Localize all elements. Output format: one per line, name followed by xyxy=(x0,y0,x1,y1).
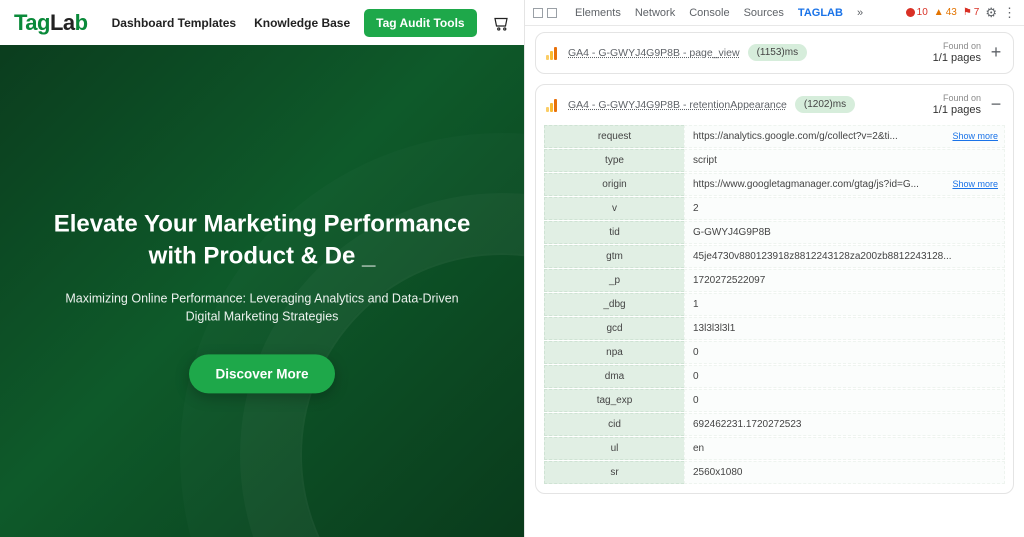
param-value: G-GWYJ4G9P8B xyxy=(684,221,1005,244)
cart-icon[interactable] xyxy=(492,14,510,32)
param-row: tag_exp0 xyxy=(544,389,1005,413)
param-row: v2 xyxy=(544,197,1005,221)
param-key: _p xyxy=(544,269,684,292)
logo-part-b: La xyxy=(50,10,75,36)
param-value: 692462231.1720272523 xyxy=(684,413,1005,436)
param-value: 2 xyxy=(684,197,1005,220)
param-key: tid xyxy=(544,221,684,244)
more-menu-icon[interactable]: ⋮ xyxy=(1003,5,1016,21)
param-row: originhttps://www.googletagmanager.com/g… xyxy=(544,173,1005,197)
param-key: request xyxy=(544,125,684,148)
param-row: cid692462231.1720272523 xyxy=(544,413,1005,437)
params-table: requesthttps://analytics.google.com/g/co… xyxy=(544,125,1005,485)
param-value: 45je4730v880123918z8812243128za200zb8812… xyxy=(684,245,1005,268)
collapse-toggle[interactable]: − xyxy=(989,94,1003,115)
tab-network[interactable]: Network xyxy=(635,7,675,19)
param-row: gtm45je4730v880123918z8812243128za200zb8… xyxy=(544,245,1005,269)
found-on: Found on1/1 pages xyxy=(933,93,981,117)
tag-card-title[interactable]: GA4 - G-GWYJ4G9P8B - retentionAppearance xyxy=(568,99,787,111)
param-key: cid xyxy=(544,413,684,436)
param-value: script xyxy=(684,149,1005,172)
param-row: requesthttps://analytics.google.com/g/co… xyxy=(544,125,1005,149)
settings-icon[interactable]: ⚙ xyxy=(985,5,997,21)
logo-part-a: Tag xyxy=(14,10,50,36)
taglab-panel: GA4 - G-GWYJ4G9P8B - page_view (1153)ms … xyxy=(525,26,1024,537)
hero-title: Elevate Your Marketing Performance with … xyxy=(42,208,482,273)
errors-badge[interactable]: 10 xyxy=(906,7,928,18)
param-key: origin xyxy=(544,173,684,196)
nav-dashboard-templates[interactable]: Dashboard Templates xyxy=(112,16,236,30)
inspect-toggle-icon[interactable] xyxy=(533,8,561,18)
param-row: ulen xyxy=(544,437,1005,461)
devtools-tabbar: Elements Network Console Sources TAGLAB … xyxy=(525,0,1024,26)
param-value: https://www.googletagmanager.com/gtag/js… xyxy=(684,173,1005,196)
param-row: tidG-GWYJ4G9P8B xyxy=(544,221,1005,245)
issues-badge[interactable]: ⚑7 xyxy=(963,7,980,18)
param-value: 13l3l3l3l1 xyxy=(684,317,1005,340)
tag-timing-pill: (1153)ms xyxy=(748,44,808,61)
site-logo[interactable]: TagLab xyxy=(14,10,88,36)
discover-more-button[interactable]: Discover More xyxy=(189,354,334,393)
param-value: https://analytics.google.com/g/collect?v… xyxy=(684,125,1005,148)
logo-part-c: b xyxy=(75,10,88,36)
param-row: _dbg1 xyxy=(544,293,1005,317)
param-key: gtm xyxy=(544,245,684,268)
tag-card: GA4 - G-GWYJ4G9P8B - page_view (1153)ms … xyxy=(535,32,1014,74)
param-value: 0 xyxy=(684,341,1005,364)
tag-card: GA4 - G-GWYJ4G9P8B - retentionAppearance… xyxy=(535,84,1014,494)
param-value: 0 xyxy=(684,389,1005,412)
param-row: dma0 xyxy=(544,365,1005,389)
devtools-pane: Elements Network Console Sources TAGLAB … xyxy=(524,0,1024,537)
tab-taglab[interactable]: TAGLAB xyxy=(798,7,843,19)
ga4-icon xyxy=(546,46,560,60)
param-key: type xyxy=(544,149,684,172)
found-on: Found on1/1 pages xyxy=(933,41,981,65)
nav-knowledge-base[interactable]: Knowledge Base xyxy=(254,16,350,30)
param-key: sr xyxy=(544,461,684,484)
param-key: v xyxy=(544,197,684,220)
param-value: 2560x1080 xyxy=(684,461,1005,484)
param-row: typescript xyxy=(544,149,1005,173)
param-row: gcd13l3l3l3l1 xyxy=(544,317,1005,341)
show-more-link[interactable]: Show more xyxy=(952,131,998,141)
devtools-badges: 10 ▲43 ⚑7 ⚙ ⋮ xyxy=(906,5,1016,21)
param-row: _p1720272522097 xyxy=(544,269,1005,293)
param-key: gcd xyxy=(544,317,684,340)
param-value: 0 xyxy=(684,365,1005,388)
param-row: npa0 xyxy=(544,341,1005,365)
expand-toggle[interactable]: + xyxy=(989,42,1003,63)
param-value: en xyxy=(684,437,1005,460)
param-key: tag_exp xyxy=(544,389,684,412)
hero-section: Elevate Your Marketing Performance with … xyxy=(0,45,524,537)
param-key: npa xyxy=(544,341,684,364)
site-topbar: TagLab Dashboard Templates Knowledge Bas… xyxy=(0,0,524,45)
site-preview-pane: TagLab Dashboard Templates Knowledge Bas… xyxy=(0,0,524,537)
tab-console[interactable]: Console xyxy=(689,7,729,19)
param-key: ul xyxy=(544,437,684,460)
tab-elements[interactable]: Elements xyxy=(575,7,621,19)
show-more-link[interactable]: Show more xyxy=(952,179,998,189)
tab-sources[interactable]: Sources xyxy=(744,7,784,19)
param-key: dma xyxy=(544,365,684,388)
ga4-icon xyxy=(546,98,560,112)
param-value: 1 xyxy=(684,293,1005,316)
tabs-overflow-icon[interactable]: » xyxy=(857,7,863,19)
param-key: _dbg xyxy=(544,293,684,316)
param-row: sr2560x1080 xyxy=(544,461,1005,485)
tag-timing-pill: (1202)ms xyxy=(795,96,855,113)
param-value: 1720272522097 xyxy=(684,269,1005,292)
top-nav: Dashboard Templates Knowledge Base xyxy=(112,16,351,30)
devtools-tabs: Elements Network Console Sources TAGLAB … xyxy=(575,7,863,19)
tag-audit-tools-button[interactable]: Tag Audit Tools xyxy=(364,9,476,37)
tag-card-title[interactable]: GA4 - G-GWYJ4G9P8B - page_view xyxy=(568,47,740,59)
warnings-badge[interactable]: ▲43 xyxy=(934,7,957,18)
hero-subtitle: Maximizing Online Performance: Leveragin… xyxy=(42,289,482,327)
